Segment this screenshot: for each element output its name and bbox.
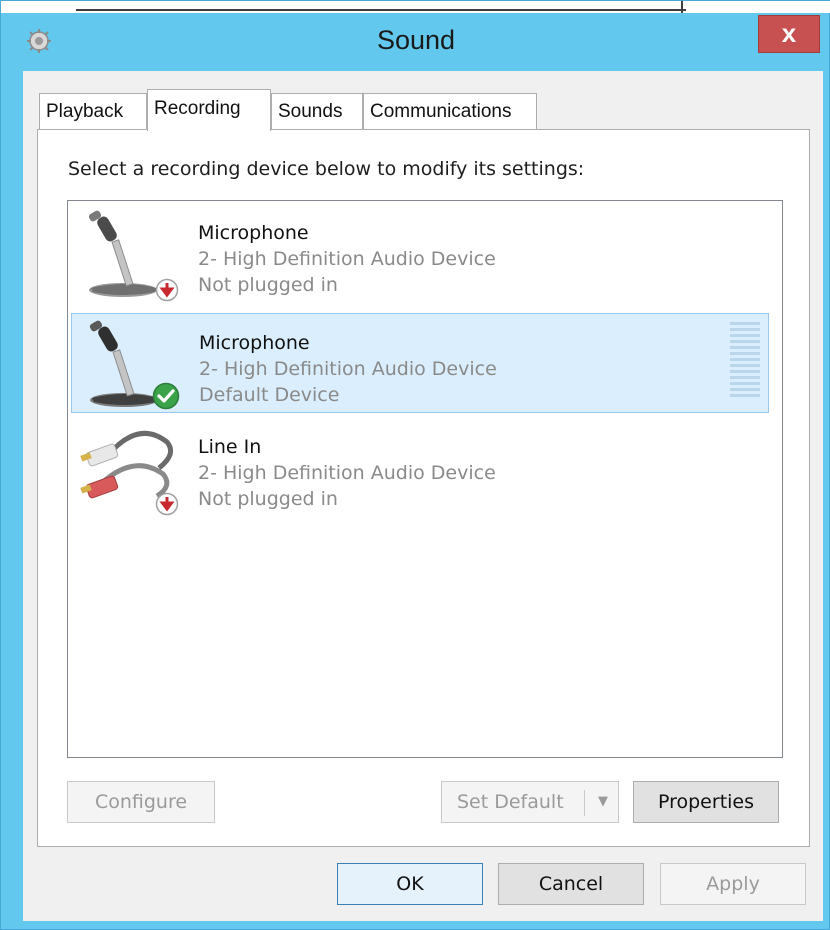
tab-sounds[interactable]: Sounds <box>271 93 363 129</box>
properties-button[interactable]: Properties <box>633 781 779 823</box>
tab-communications[interactable]: Communications <box>363 93 537 129</box>
device-text: Line In 2- High Definition Audio Device … <box>198 434 496 512</box>
background-window-line <box>76 9 686 11</box>
device-status: Not plugged in <box>198 274 338 296</box>
device-status: Not plugged in <box>198 488 338 510</box>
device-name: Microphone <box>198 222 309 244</box>
background-window-edge <box>1 1 830 13</box>
unplugged-badge-icon <box>155 492 179 516</box>
device-description: 2- High Definition Audio Device <box>198 462 496 484</box>
device-item[interactable]: Microphone 2- High Definition Audio Devi… <box>71 204 769 304</box>
split-divider <box>584 790 585 816</box>
background-window-tick <box>681 1 683 13</box>
ok-button[interactable]: OK <box>337 863 483 905</box>
device-description: 2- High Definition Audio Device <box>198 248 496 270</box>
cancel-button[interactable]: Cancel <box>498 863 644 905</box>
close-button[interactable]: x <box>758 15 820 53</box>
device-status: Default Device <box>199 384 340 406</box>
level-meter <box>730 322 760 397</box>
set-default-split-button[interactable]: Set Default ▼ <box>441 781 619 823</box>
tab-playback[interactable]: Playback <box>39 93 147 129</box>
apply-button[interactable]: Apply <box>660 863 806 905</box>
dialog-client-area: Playback Recording Sounds Communications… <box>23 71 823 921</box>
recording-tab-panel: Select a recording device below to modif… <box>37 129 810 847</box>
device-name: Microphone <box>199 332 310 354</box>
unplugged-badge-icon <box>155 278 179 302</box>
title-bar[interactable]: Sound x <box>1 13 830 71</box>
set-default-label: Set Default <box>457 791 564 813</box>
window-title: Sound <box>376 25 456 55</box>
device-text: Microphone 2- High Definition Audio Devi… <box>198 220 496 298</box>
device-item-selected[interactable]: Microphone 2- High Definition Audio Devi… <box>71 313 769 413</box>
device-name: Line In <box>198 436 262 458</box>
instruction-text: Select a recording device below to modif… <box>68 158 585 180</box>
tab-strip: Playback Recording Sounds Communications <box>39 89 639 131</box>
device-description: 2- High Definition Audio Device <box>199 358 497 380</box>
device-item[interactable]: Line In 2- High Definition Audio Device … <box>71 418 769 518</box>
chevron-down-icon[interactable]: ▼ <box>592 782 614 822</box>
configure-button[interactable]: Configure <box>67 781 215 823</box>
device-text: Microphone 2- High Definition Audio Devi… <box>199 330 497 408</box>
default-check-badge-icon <box>152 382 180 410</box>
recording-device-list[interactable]: Microphone 2- High Definition Audio Devi… <box>67 200 783 758</box>
sound-dialog-window: Sound x Playback Recording Sounds Commun… <box>0 0 830 930</box>
tab-recording[interactable]: Recording <box>147 89 271 131</box>
